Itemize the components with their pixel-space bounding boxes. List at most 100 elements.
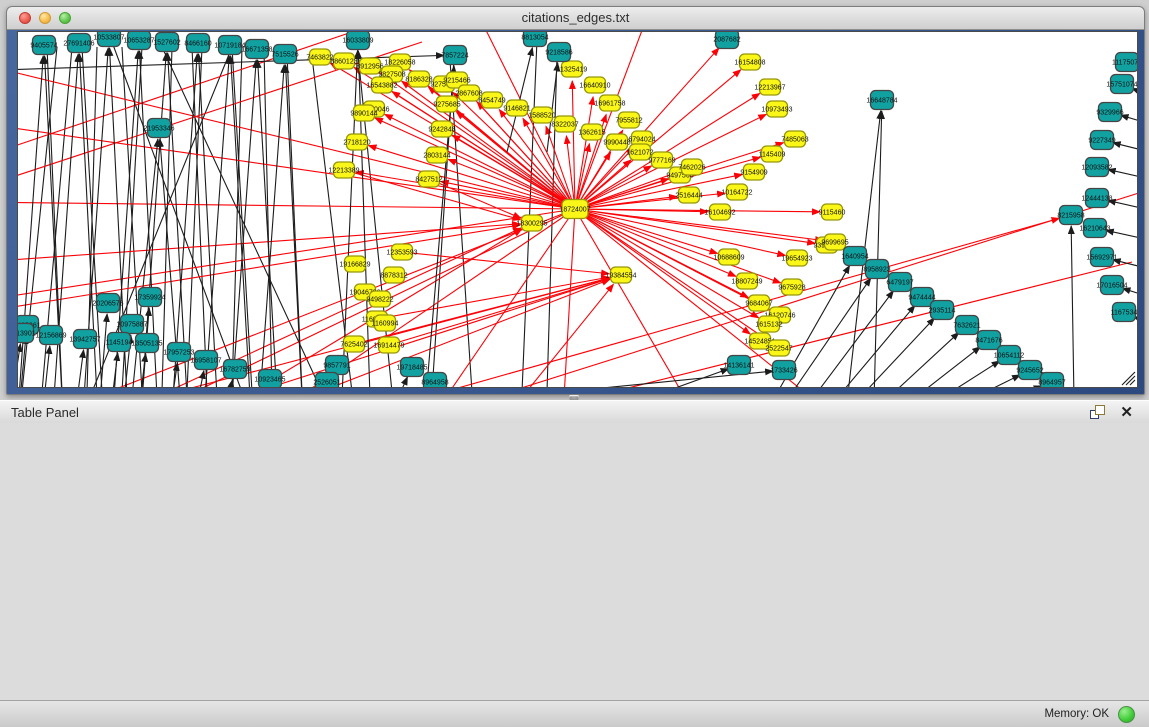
graph-node-label: 21953346 bbox=[143, 125, 174, 132]
graph-node-label: 7955812 bbox=[615, 117, 642, 124]
graph-node-label: 8215958 bbox=[1057, 212, 1084, 219]
black-edge bbox=[287, 54, 302, 387]
black-edge bbox=[397, 377, 407, 387]
table-panel-title: Table Panel bbox=[11, 405, 79, 420]
black-edge bbox=[925, 375, 1020, 387]
graph-node-label: 6794024 bbox=[628, 136, 655, 143]
table-panel-body: f(x) citations_edges.txt namein_degreeye… bbox=[0, 423, 1149, 700]
graph-node-label: 8958923 bbox=[863, 266, 890, 273]
graph-node-label: 8427512 bbox=[415, 176, 442, 183]
graph-node-label: 12213389 bbox=[328, 167, 359, 174]
graph-node-label: 12353593 bbox=[386, 249, 417, 256]
black-edge bbox=[547, 55, 557, 387]
graph-node-label: 7632621 bbox=[953, 322, 980, 329]
network-view-window: citations_edges.txt 18724007746382288601… bbox=[6, 6, 1145, 395]
graph-node-label: 1733426 bbox=[770, 367, 797, 374]
red-edge bbox=[402, 252, 609, 274]
graph-node-label: 16154808 bbox=[734, 59, 765, 66]
table-panel-header: Table Panel ✕ bbox=[0, 400, 1149, 424]
graph-node-label: 9242848 bbox=[428, 126, 455, 133]
graph-node-label: 1167534 bbox=[1111, 309, 1137, 316]
black-edge bbox=[232, 47, 252, 387]
graph-node-label: 9329966 bbox=[1096, 109, 1123, 116]
graph-node-label: 17016504 bbox=[1096, 282, 1127, 289]
graph-node-label: 17957253 bbox=[163, 349, 194, 356]
graph-node-label: 9146821 bbox=[503, 105, 530, 112]
black-edge bbox=[258, 60, 277, 387]
red-edge bbox=[389, 278, 610, 345]
graph-node-label: 1615132 bbox=[755, 321, 782, 328]
graph-node-label: 8912956 bbox=[356, 63, 383, 70]
graph-node-label: 1145409 bbox=[759, 151, 786, 158]
black-edge bbox=[795, 291, 893, 387]
graph-node-label: 12444138 bbox=[1081, 195, 1112, 202]
black-edge bbox=[264, 50, 272, 387]
graph-node-label: 9115460 bbox=[819, 209, 846, 216]
graph-node-label: 8878312 bbox=[380, 272, 407, 279]
graph-node-label: 20206576 bbox=[92, 300, 123, 307]
graph-node-label: 3913901 bbox=[18, 330, 36, 337]
graph-node-label: 16914479 bbox=[373, 342, 404, 349]
graph-node-label: 2526051 bbox=[313, 379, 340, 386]
float-panel-icon[interactable] bbox=[1090, 405, 1105, 419]
graph-node-label: 9890144 bbox=[350, 110, 377, 117]
graph-node-label: 16671358 bbox=[241, 46, 272, 53]
graph-node-label: 8964957 bbox=[1038, 379, 1065, 386]
graph-node-label: 9218586 bbox=[545, 49, 572, 56]
graph-node-label: 16104692 bbox=[704, 209, 735, 216]
graph-node-label: 12093582 bbox=[1081, 164, 1112, 171]
graph-node-label: 15692971 bbox=[1086, 254, 1117, 261]
graph-node-label: 2803144 bbox=[423, 152, 450, 159]
black-edge bbox=[426, 66, 454, 387]
graph-node-label: 8322037 bbox=[551, 121, 578, 128]
network-canvas[interactable]: 1872400774638228860123891295618226058982… bbox=[17, 31, 1138, 388]
graph-node-label: 18300295 bbox=[516, 220, 547, 227]
graph-node-label: 2718120 bbox=[343, 139, 370, 146]
graph-node-label: 1527602 bbox=[153, 39, 180, 46]
graph-node-label: 19166829 bbox=[339, 261, 370, 268]
graph-node-label: 1621072 bbox=[626, 149, 653, 156]
graph-node-label: 16958107 bbox=[190, 357, 221, 364]
graph-node-label: 8964958 bbox=[421, 379, 448, 386]
graph-node-label: 10653287 bbox=[123, 37, 154, 44]
graph-node-label: 11175074 bbox=[1112, 59, 1137, 66]
graph-node-label: 17359924 bbox=[134, 294, 165, 301]
graph-node-label: 1362615 bbox=[578, 129, 605, 136]
graph-node-label: 9857791 bbox=[323, 362, 350, 369]
graph-node-label: 9498222 bbox=[366, 296, 393, 303]
graph-node-label: 14136141 bbox=[723, 362, 754, 369]
network-window-titlebar[interactable]: citations_edges.txt bbox=[7, 7, 1144, 30]
graph-node-label: 9777169 bbox=[648, 157, 675, 164]
graph-node-label: 19718485 bbox=[396, 364, 427, 371]
graph-node-label: 9245652 bbox=[1016, 367, 1043, 374]
graph-node-label: 10973493 bbox=[761, 106, 792, 113]
black-edge bbox=[44, 346, 50, 387]
graph-node-label: 8813054 bbox=[521, 34, 548, 41]
application-window: citations_edges.txt 18724007746382288601… bbox=[0, 0, 1149, 727]
black-edge bbox=[904, 361, 1000, 387]
black-edge bbox=[77, 350, 84, 387]
graph-node-label: 9684067 bbox=[745, 300, 772, 307]
graph-node-label: 16033809 bbox=[342, 37, 373, 44]
graph-node-label: 2087682 bbox=[713, 36, 740, 43]
graph-node-label: 16648784 bbox=[866, 97, 897, 104]
window-title: citations_edges.txt bbox=[7, 10, 1144, 25]
memory-status-indicator[interactable] bbox=[1118, 706, 1135, 723]
graph-node-label: 7625402 bbox=[340, 341, 367, 348]
close-panel-icon[interactable]: ✕ bbox=[1120, 403, 1133, 421]
graph-node-label: 2516444 bbox=[675, 192, 702, 199]
black-edge bbox=[1126, 376, 1135, 385]
black-edge bbox=[817, 305, 915, 387]
network-graph: 1872400774638228860123891295618226058982… bbox=[18, 32, 1137, 387]
graph-node-label: 9405574 bbox=[30, 42, 57, 49]
black-edge bbox=[522, 40, 537, 387]
graph-node-label: 16961758 bbox=[594, 100, 625, 107]
black-edge bbox=[1121, 115, 1137, 124]
graph-node-label: 18724007 bbox=[559, 206, 590, 213]
red-edge bbox=[18, 62, 575, 209]
graph-node-label: 2867608 bbox=[455, 90, 482, 97]
graph-node-label: 10164722 bbox=[721, 189, 752, 196]
graph-node-label: 13942757 bbox=[69, 336, 100, 343]
graph-node-label: 9215466 bbox=[443, 77, 470, 84]
graph-node-label: 7485063 bbox=[781, 136, 808, 143]
